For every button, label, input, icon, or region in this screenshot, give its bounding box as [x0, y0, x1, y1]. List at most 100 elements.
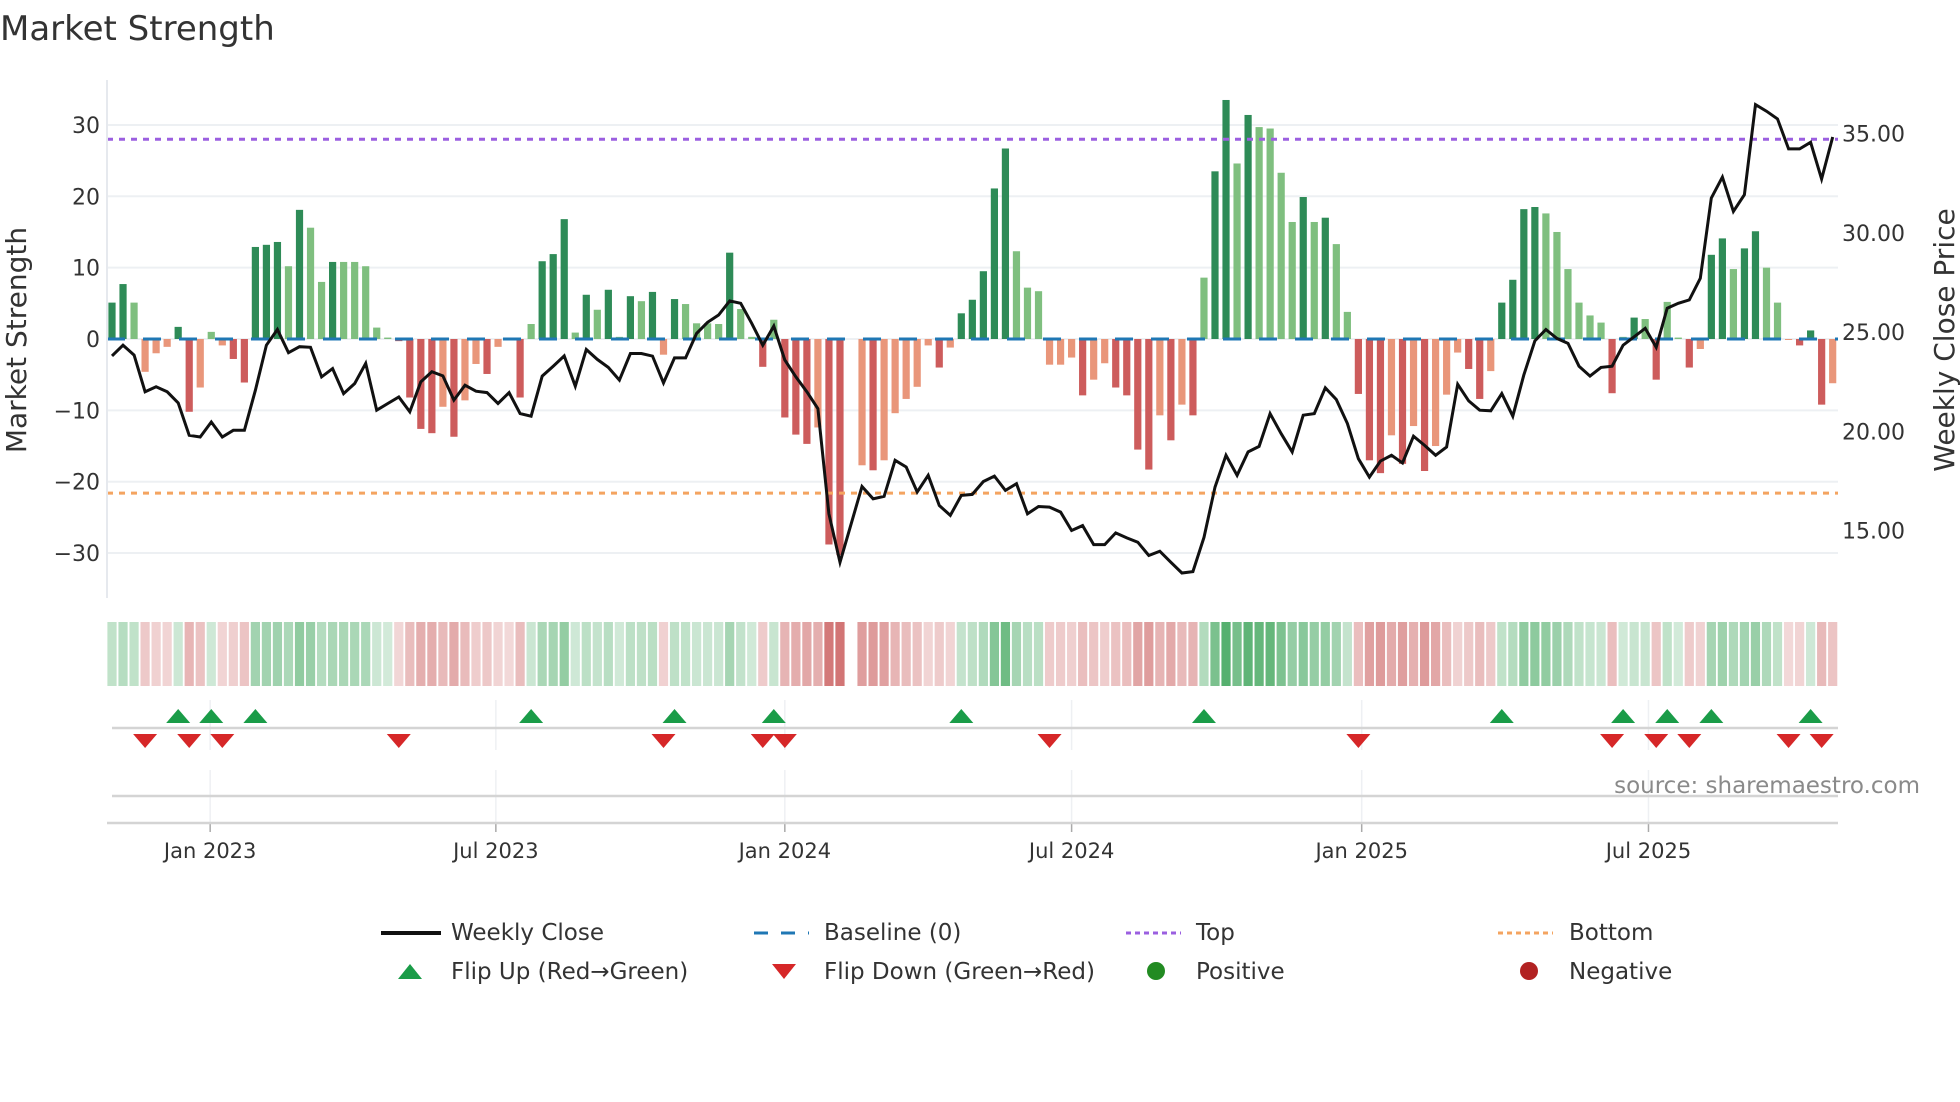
strip-cell	[1067, 622, 1077, 686]
strip-cell	[1464, 622, 1474, 686]
strength-bars	[108, 99, 1837, 556]
strip-cell	[769, 622, 779, 686]
strength-bar	[439, 339, 447, 407]
strength-bar	[604, 289, 612, 339]
strip-cell	[239, 622, 249, 686]
strength-bar	[1023, 287, 1032, 339]
strip-cell	[813, 622, 823, 686]
strip-cell	[162, 622, 172, 686]
strength-bar	[538, 261, 546, 339]
strength-bar	[152, 339, 160, 354]
flip-up-marker	[1655, 709, 1680, 723]
strip-cell	[217, 622, 227, 686]
flip-down-marker	[1600, 734, 1625, 748]
strip-cell	[1530, 622, 1540, 686]
y2-tick-label: 35.00	[1842, 123, 1905, 148]
legend-label: Positive	[1196, 959, 1285, 985]
strip-cell	[1419, 622, 1430, 686]
strength-bar	[1244, 114, 1252, 340]
legend-label: Baseline (0)	[824, 920, 961, 946]
strip-cell	[526, 622, 536, 686]
strength-bar	[174, 326, 182, 339]
strip-cell	[780, 622, 790, 686]
strip-cell	[978, 622, 988, 686]
legend-item: Top	[1126, 920, 1235, 946]
strip-cell	[1519, 622, 1529, 686]
legend-item: Negative	[1520, 959, 1672, 985]
strip-cell	[1397, 622, 1408, 686]
strip-cell	[1431, 622, 1441, 686]
strip-cell	[603, 622, 613, 686]
strength-bar	[229, 339, 237, 359]
y-tick-label: 0	[86, 328, 100, 353]
strength-bar	[251, 246, 259, 339]
strip-cell	[1265, 622, 1275, 686]
strength-bar	[1211, 171, 1219, 339]
y-tick-label: 10	[72, 257, 100, 282]
strip-cell	[405, 622, 415, 686]
strip-cell	[703, 622, 713, 686]
strip-cell	[725, 622, 735, 686]
strip-cell	[1221, 622, 1231, 686]
strength-bar	[670, 299, 679, 339]
strength-bar	[450, 339, 458, 437]
strength-bar	[1112, 339, 1120, 388]
strip-cell	[1100, 622, 1110, 686]
strip-cell	[361, 622, 371, 686]
legend-label: Bottom	[1569, 920, 1653, 946]
strip-cell	[1188, 622, 1198, 686]
strip-cell	[173, 622, 183, 686]
strength-bar	[1707, 254, 1715, 339]
legend-item: Flip Down (Green→Red)	[772, 959, 1095, 985]
strip-cell	[449, 622, 459, 686]
strip-cell	[1144, 622, 1154, 686]
strength-bar	[1178, 339, 1186, 405]
strip-cell	[1309, 622, 1319, 686]
strip-cell	[1508, 622, 1518, 686]
strip-cell	[890, 622, 900, 686]
strip-cell	[1673, 622, 1683, 686]
strip-cell	[140, 622, 150, 686]
strip-cell	[272, 622, 283, 686]
strip-cell	[1717, 622, 1727, 686]
strip-cell	[1684, 622, 1694, 686]
strip-cell	[195, 622, 205, 686]
strip-cell	[1133, 622, 1143, 686]
strip-cell	[1552, 622, 1562, 686]
strip-cell	[184, 622, 194, 686]
strip-cell	[1210, 622, 1220, 686]
flip-down-marker	[1809, 734, 1834, 748]
legend-label: Top	[1195, 920, 1235, 946]
legend: Weekly Close Baseline (0) Top Bottom Flip Up…	[381, 920, 1672, 985]
strip-cell	[956, 622, 966, 686]
strength-bar	[659, 339, 668, 355]
strip-cell	[1828, 622, 1838, 686]
strip-cell	[350, 622, 360, 686]
strip-cell	[1563, 622, 1573, 686]
strip-cell	[680, 622, 691, 686]
strip-cell	[1794, 622, 1805, 686]
strip-cell	[1243, 622, 1253, 686]
x-tick-label: Jan 2023	[162, 839, 257, 863]
legend-label: Flip Up (Red→Green)	[451, 959, 688, 985]
strength-bar	[1740, 248, 1749, 339]
strength-bar	[1101, 339, 1109, 364]
flip-markers	[112, 700, 1838, 823]
strength-bar	[1001, 148, 1010, 339]
legend-item: Weekly Close	[381, 920, 604, 946]
strip-cell	[934, 622, 944, 686]
strength-bar	[494, 339, 502, 347]
strip-cell	[758, 622, 768, 686]
strip-cell	[1155, 622, 1165, 686]
circle-icon	[1147, 962, 1165, 980]
strip-cell	[1651, 622, 1661, 686]
flip-down-marker	[750, 734, 775, 748]
strength-heat-strip	[107, 622, 1838, 686]
strength-bar	[648, 291, 657, 339]
strength-bar	[1762, 267, 1771, 339]
strip-cell	[427, 622, 437, 686]
strip-cell	[945, 622, 955, 686]
strength-bar	[924, 339, 932, 346]
chart-title: Market Strength	[0, 9, 275, 49]
strength-bar	[1784, 339, 1793, 340]
